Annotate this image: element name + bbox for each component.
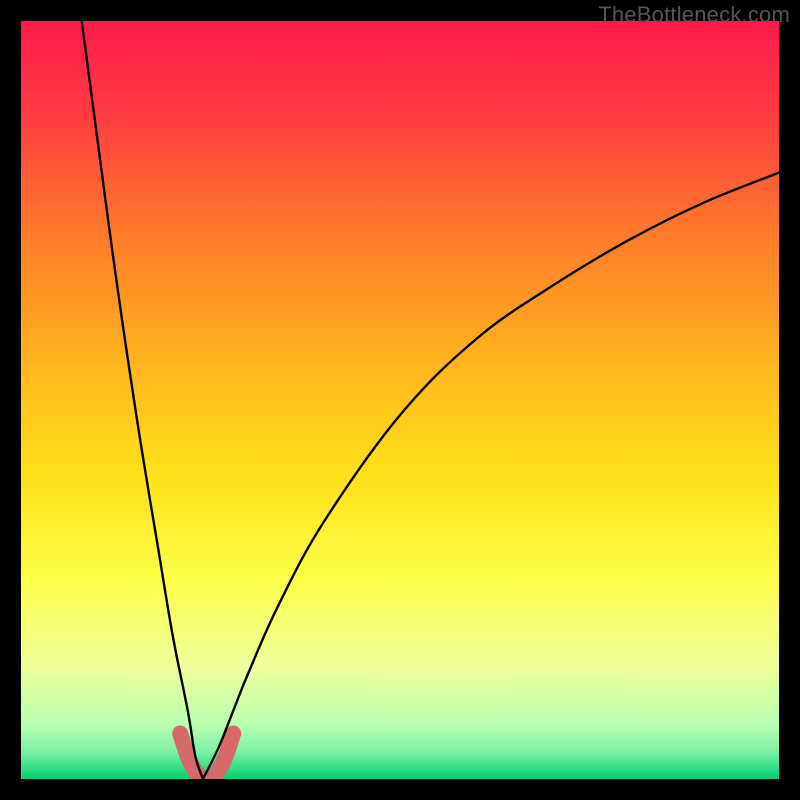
chart-frame bbox=[21, 21, 779, 779]
watermark-text: TheBottleneck.com bbox=[598, 2, 790, 28]
bottleneck-chart bbox=[21, 21, 779, 779]
